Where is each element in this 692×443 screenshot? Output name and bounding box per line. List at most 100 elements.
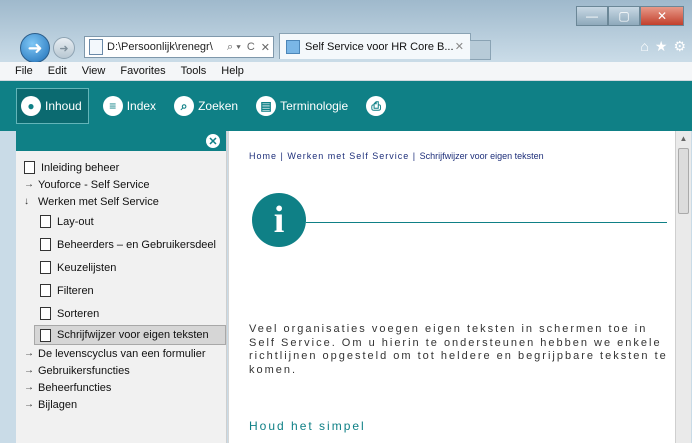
info-icon: i [252, 193, 306, 247]
page-icon [89, 39, 103, 55]
toolbar-zoeken-button[interactable]: ⌕ Zoeken [170, 89, 242, 123]
toolbar-label: Zoeken [198, 99, 239, 113]
breadcrumb-separator: | [409, 151, 420, 161]
new-tab-button[interactable] [470, 40, 491, 60]
menu-bar: File Edit View Favorites Tools Help [0, 62, 692, 81]
tree-item-sorteren[interactable]: Sorteren [16, 302, 226, 325]
tree-item-label: Schrijfwijzer voor eigen teksten [57, 329, 209, 341]
browser-tab[interactable]: Self Service voor HR Core B... ✕ [279, 33, 471, 59]
tree-item-label: Bijlagen [38, 398, 78, 411]
content-pane: Home | Werken met Self Service | Schrijf… [228, 131, 676, 443]
tree-item-lay-out[interactable]: Lay-out [16, 210, 226, 233]
menu-tools[interactable]: Tools [181, 65, 207, 77]
toolbar-label: Terminologie [280, 99, 349, 113]
document-icon [40, 328, 51, 342]
maximize-button[interactable]: ▢ [608, 6, 640, 26]
forward-button[interactable]: ➜ [53, 37, 75, 59]
refresh-icon[interactable]: C [244, 41, 258, 53]
minimize-button[interactable]: — [576, 6, 608, 26]
toolbar-inhoud-button[interactable]: ● Inhoud [16, 88, 89, 124]
tree-item-inleiding-beheer[interactable]: Inleiding beheer [16, 159, 226, 176]
close-icon[interactable]: ✕ [206, 134, 220, 148]
tree-item-label: Youforce - Self Service [38, 178, 150, 191]
home-icon[interactable]: ⌂ [640, 38, 648, 55]
address-text[interactable]: D:\Persoonlijk\renegr\ [107, 41, 224, 53]
search-icon: ⌕ [174, 96, 195, 116]
breadcrumb-home-link[interactable]: Home [249, 151, 277, 161]
breadcrumb-separator: | [277, 151, 288, 161]
forward-arrow-icon: ➜ [59, 42, 69, 55]
menu-help[interactable]: Help [221, 65, 244, 77]
address-bar[interactable]: D:\Persoonlijk\renegr\ ⌕ ▾ C ✕ [84, 36, 274, 58]
tree-item-filteren[interactable]: Filteren [16, 279, 226, 302]
toolbar-print-button[interactable]: ⎙ [362, 89, 394, 123]
favorites-star-icon[interactable]: ★ [655, 38, 668, 55]
document-icon [40, 238, 51, 251]
menu-view[interactable]: View [82, 65, 106, 77]
tree-item-gebruikersfuncties[interactable]: → Gebruikersfuncties [16, 362, 226, 379]
tree-item-beheerders[interactable]: Beheerders – en Gebruikersdeel [16, 233, 226, 256]
book-icon: ▤ [256, 96, 277, 116]
tree-item-label: Filteren [57, 284, 94, 297]
tree-item-label: Sorteren [57, 307, 100, 320]
document-icon [24, 161, 35, 174]
breadcrumb: Home | Werken met Self Service | Schrijf… [249, 151, 544, 161]
printer-icon: ⎙ [366, 96, 387, 116]
tree-item-label: Beheerfuncties [38, 381, 112, 394]
arrow-right-icon[interactable]: → [24, 179, 34, 190]
sidebar-header: ✕ [16, 131, 226, 151]
tree-item-label: Lay-out [57, 215, 94, 228]
close-window-button[interactable]: ✕ [640, 6, 684, 26]
tab-close-icon[interactable]: ✕ [455, 40, 464, 53]
tree-item-bijlagen[interactable]: → Bijlagen [16, 396, 226, 413]
list-icon: ≡ [102, 96, 123, 116]
favicon-icon [286, 39, 300, 54]
arrow-right-icon[interactable]: → [24, 399, 34, 410]
tree-item-youforce[interactable]: → Youforce - Self Service [16, 176, 226, 193]
tree-item-keuzelijsten[interactable]: Keuzelijsten [16, 256, 226, 279]
document-icon [40, 215, 51, 228]
tree-item-levenscyclus[interactable]: → De levenscyclus van een formulier [16, 345, 226, 362]
toolbar-terminologie-button[interactable]: ▤ Terminologie [252, 89, 352, 123]
vertical-scrollbar[interactable]: ▲ [675, 131, 691, 443]
scroll-up-icon[interactable]: ▲ [676, 131, 691, 145]
breadcrumb-parent-link[interactable]: Werken met Self Service [287, 151, 409, 161]
tree-item-label: Gebruikersfuncties [38, 364, 130, 377]
tab-title: Self Service voor HR Core B... [305, 40, 454, 53]
arrow-right-icon[interactable]: → [24, 365, 34, 376]
tree-item-label: Keuzelijsten [57, 261, 117, 274]
tree-item-label: Inleiding beheer [41, 161, 120, 174]
stop-icon[interactable]: ✕ [258, 41, 273, 54]
scrollbar-thumb[interactable] [678, 148, 689, 214]
menu-edit[interactable]: Edit [48, 65, 67, 77]
back-button[interactable]: ➜ [20, 33, 50, 63]
tree-item-label: De levenscyclus van een formulier [38, 347, 206, 360]
tree-item-werken-met-self-service[interactable]: ↓ Werken met Self Service [16, 193, 226, 210]
section-heading: Houd het simpel [249, 419, 366, 433]
toolbar-label: Inhoud [45, 99, 82, 113]
title-bar: — ▢ ✕ ➜ ➜ D:\Persoonlijk\renegr\ ⌕ ▾ C ✕… [0, 0, 692, 63]
menu-file[interactable]: File [15, 65, 33, 77]
tree-item-label: Beheerders – en Gebruikersdeel [57, 238, 216, 251]
document-icon [40, 261, 51, 274]
browser-window: — ▢ ✕ ➜ ➜ D:\Persoonlijk\renegr\ ⌕ ▾ C ✕… [0, 0, 692, 443]
settings-gear-icon[interactable]: ⚙ [673, 38, 686, 55]
breadcrumb-current: Schrijfwijzer voor eigen teksten [419, 151, 544, 161]
toolbar-index-button[interactable]: ≡ Index [99, 89, 160, 123]
tree-item-beheerfuncties[interactable]: → Beheerfuncties [16, 379, 226, 396]
body-paragraph: Veel organisaties voegen eigen teksten i… [249, 323, 668, 376]
contents-tree: Inleiding beheer → Youforce - Self Servi… [16, 151, 226, 413]
menu-favorites[interactable]: Favorites [120, 65, 165, 77]
tree-item-schrijfwijzer[interactable]: Schrijfwijzer voor eigen teksten [34, 325, 226, 345]
arrow-right-icon[interactable]: → [24, 348, 34, 359]
contents-sidebar: ✕ Inleiding beheer → Youforce - Self Ser… [16, 131, 227, 443]
back-arrow-icon: ➜ [27, 37, 43, 58]
arrow-down-icon[interactable]: ↓ [24, 196, 34, 207]
window-controls: — ▢ ✕ [576, 6, 684, 26]
arrow-right-icon[interactable]: → [24, 382, 34, 393]
document-icon [40, 307, 51, 320]
tree-item-label: Werken met Self Service [38, 195, 159, 208]
browser-icons: ⌂ ★ ⚙ [640, 38, 686, 55]
search-dropdown-icon[interactable]: ⌕ ▾ [224, 41, 244, 54]
person-icon: ● [21, 96, 41, 116]
